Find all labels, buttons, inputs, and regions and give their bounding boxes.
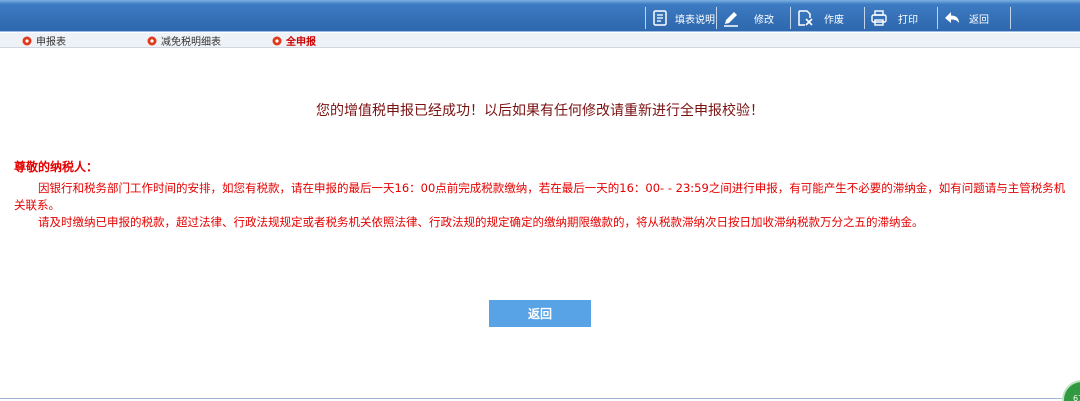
tab-label: 申报表 (36, 37, 66, 48)
back-button[interactable]: 返回 (943, 6, 989, 30)
flower-icon (147, 36, 157, 46)
printer-icon (870, 9, 888, 27)
success-message: 您的增值税申报已经成功！以后如果有任何修改请重新进行全申报校验！ (316, 103, 764, 119)
void-button[interactable]: 作废 (796, 6, 844, 30)
toolbar-separator (716, 7, 717, 29)
modify-label: 修改 (754, 14, 774, 26)
print-label: 打印 (898, 14, 918, 26)
return-button[interactable]: 返回 (489, 300, 591, 327)
toolbar: 填表说明 修改 作废 打印 返回 (0, 4, 1080, 32)
tab-full-declaration[interactable]: 全申报 (272, 34, 316, 48)
flower-icon (272, 36, 282, 46)
void-label: 作废 (824, 14, 844, 26)
print-button[interactable]: 打印 (870, 6, 918, 30)
back-arrow-icon (943, 9, 961, 27)
fill-instructions-label: 填表说明 (675, 14, 715, 26)
toolbar-separator (864, 7, 865, 29)
toolbar-separator (645, 7, 646, 29)
bottom-divider (0, 398, 1080, 399)
fill-instructions-button[interactable]: 填表说明 (651, 6, 715, 30)
toolbar-separator (1010, 7, 1011, 29)
notice-text: 因银行和税务部门工作时间的安排，如您有税款，请在申报的最后一天16：00点前完成… (14, 180, 1072, 231)
tab-label: 减免税明细表 (161, 37, 221, 48)
document-icon (651, 9, 669, 27)
corner-badge: 67 (1062, 380, 1080, 401)
back-label: 返回 (969, 14, 989, 26)
tab-declaration-form[interactable]: 申报表 (22, 34, 66, 48)
pencil-icon (722, 9, 740, 27)
toolbar-separator (790, 7, 791, 29)
tab-tax-exemption-detail[interactable]: 减免税明细表 (147, 34, 221, 48)
corner-badge-text: 67 (1073, 394, 1080, 401)
notice-paragraph-late-fee: 请及时缴纳已申报的税款，超过法律、行政法规规定或者税务机关依照法律、行政法规的规… (38, 215, 924, 229)
flower-icon (22, 36, 32, 46)
modify-button[interactable]: 修改 (722, 6, 774, 30)
toolbar-separator (937, 7, 938, 29)
tab-label: 全申报 (286, 37, 316, 48)
taxpayer-greeting: 尊敬的纳税人： (14, 160, 99, 174)
void-document-icon (796, 9, 814, 27)
form-tabs: 申报表 减免税明细表 全申报 (0, 33, 1080, 48)
notice-paragraph-payment-deadline: 因银行和税务部门工作时间的安排，如您有税款，请在申报的最后一天16：00点前完成… (14, 181, 1066, 212)
